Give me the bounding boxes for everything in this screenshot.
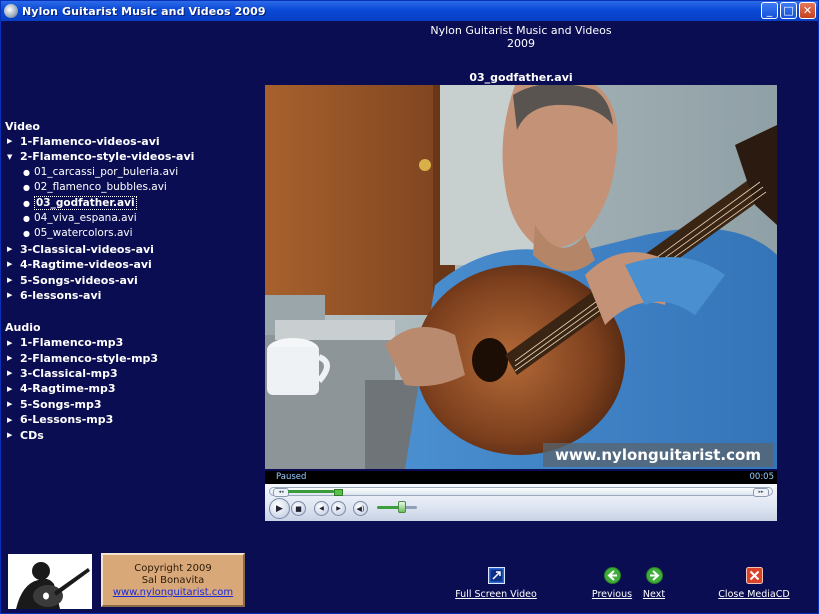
player-controls: ◂◂ ▸▸ ▶ ■ ◀ ▶ ◀) bbox=[265, 484, 777, 521]
next-track-button[interactable]: ▶ bbox=[331, 501, 346, 516]
website-link[interactable]: www.nylonguitarist.com bbox=[103, 587, 243, 599]
tree-folder-video-3[interactable]: ▶ 3-Classical-videos-avi bbox=[5, 242, 194, 257]
bullet-icon: ● bbox=[23, 198, 30, 208]
page-title-line2: 2009 bbox=[507, 37, 535, 50]
guitarist-logo-image bbox=[8, 554, 92, 609]
seek-forward-icon[interactable]: ▸▸ bbox=[753, 488, 769, 497]
skip-forward-icon: ▶ bbox=[336, 505, 341, 512]
tree-folder-video-4[interactable]: ▶ 4-Ragtime-videos-avi bbox=[5, 257, 194, 272]
app-window: Nylon Guitarist Music and Videos 2009 _ … bbox=[0, 0, 819, 614]
expand-arrow-icon: ▶ bbox=[7, 338, 13, 347]
tree-folder-video-5[interactable]: ▶ 5-Songs-videos-avi bbox=[5, 273, 194, 288]
bullet-icon: ● bbox=[23, 183, 30, 193]
window-title: Nylon Guitarist Music and Videos 2009 bbox=[22, 4, 266, 18]
copyright-box: Copyright 2009 Sal Bonavita www.nylongui… bbox=[101, 553, 245, 607]
tree-folder-audio-5[interactable]: ▶ 5-Songs-mp3 bbox=[5, 397, 194, 412]
expand-arrow-icon: ▶ bbox=[7, 430, 13, 439]
player-time: 00:05 bbox=[749, 472, 775, 482]
copyright-line2: Sal Bonavita bbox=[141, 575, 205, 586]
expand-arrow-icon: ▶ bbox=[7, 415, 13, 424]
video-watermark: www.nylonguitarist.com bbox=[543, 443, 773, 467]
volume-thumb[interactable] bbox=[398, 501, 406, 513]
expand-arrow-icon: ▶ bbox=[7, 291, 13, 300]
expand-arrow-icon: ▶ bbox=[7, 275, 13, 284]
play-button[interactable]: ▶ bbox=[269, 498, 290, 519]
tree-folder-audio-6[interactable]: ▶ 6-Lessons-mp3 bbox=[5, 412, 194, 427]
expand-arrow-icon: ▶ bbox=[7, 260, 13, 269]
tree-file[interactable]: ● 01_carcassi_por_buleria.avi bbox=[5, 165, 194, 180]
media-tree: Video ▶ 1-Flamenco-videos-avi ▼ 2-Flamenco… bbox=[5, 119, 194, 443]
stop-icon: ■ bbox=[295, 504, 302, 513]
close-mediacd-button[interactable]: Close MediaCD bbox=[715, 567, 793, 600]
tree-file[interactable]: ● 02_flamenco_bubbles.avi bbox=[5, 180, 194, 195]
video-still-image bbox=[265, 85, 777, 469]
tree-folder-video-6[interactable]: ▶ 6-lessons-avi bbox=[5, 288, 194, 303]
page-title: Nylon Guitarist Music and Videos 2009 bbox=[401, 24, 641, 50]
app-icon bbox=[4, 4, 18, 18]
seek-back-icon[interactable]: ◂◂ bbox=[273, 488, 289, 497]
close-mediacd-label: Close MediaCD bbox=[718, 589, 790, 600]
collapse-arrow-icon: ▼ bbox=[7, 152, 13, 161]
previous-track-button[interactable]: ◀ bbox=[314, 501, 329, 516]
window-controls: _ □ ✕ bbox=[761, 2, 816, 19]
page-title-line1: Nylon Guitarist Music and Videos bbox=[430, 24, 612, 37]
player-status-bar: Paused 00:05 bbox=[265, 471, 777, 484]
tree-folder-cds[interactable]: ▶ CDs bbox=[5, 428, 194, 443]
tree-folder-audio-1[interactable]: ▶ 1-Flamenco-mp3 bbox=[5, 335, 194, 350]
speaker-icon: ◀) bbox=[356, 504, 365, 513]
volume-slider[interactable] bbox=[377, 506, 417, 509]
arrow-left-icon bbox=[603, 567, 621, 584]
tree-folder-audio-4[interactable]: ▶ 4-Ragtime-mp3 bbox=[5, 381, 194, 396]
expand-arrow-icon: ▶ bbox=[7, 245, 13, 254]
tree-folder-audio-2[interactable]: ▶ 2-Flamenco-style-mp3 bbox=[5, 351, 194, 366]
full-screen-label: Full Screen Video bbox=[455, 589, 537, 600]
expand-arrow-icon: ▶ bbox=[7, 400, 13, 409]
close-window-button[interactable]: ✕ bbox=[799, 2, 816, 19]
title-bar[interactable]: Nylon Guitarist Music and Videos 2009 _ … bbox=[1, 1, 818, 21]
bullet-icon: ● bbox=[23, 229, 30, 239]
arrow-right-icon bbox=[645, 567, 663, 584]
tree-file[interactable]: ● 05_watercolors.avi bbox=[5, 226, 194, 241]
next-button[interactable]: Next bbox=[639, 567, 669, 600]
minimize-button[interactable]: _ bbox=[761, 2, 778, 19]
seek-bar[interactable]: ◂◂ ▸▸ bbox=[269, 487, 773, 497]
audio-section-heading: Audio bbox=[5, 321, 41, 335]
copyright-line1: Copyright 2009 bbox=[134, 563, 212, 574]
previous-button[interactable]: Previous bbox=[591, 567, 633, 600]
skip-back-icon: ◀ bbox=[319, 505, 324, 512]
bullet-icon: ● bbox=[23, 167, 30, 177]
stop-button[interactable]: ■ bbox=[291, 501, 306, 516]
bullet-icon: ● bbox=[23, 213, 30, 223]
next-label: Next bbox=[642, 589, 666, 600]
expand-arrow-icon: ▶ bbox=[7, 353, 13, 362]
full-screen-button[interactable]: Full Screen Video bbox=[455, 567, 537, 600]
play-icon: ▶ bbox=[276, 503, 283, 514]
expand-arrow-icon: ▶ bbox=[7, 384, 13, 393]
mute-button[interactable]: ◀) bbox=[353, 501, 368, 516]
maximize-button[interactable]: □ bbox=[780, 2, 797, 19]
video-frame[interactable]: www.nylonguitarist.com bbox=[265, 85, 777, 469]
video-section-heading: Video bbox=[5, 120, 40, 133]
current-file-title: 03_godfather.avi bbox=[469, 71, 573, 84]
tree-folder-audio-3[interactable]: ▶ 3-Classical-mp3 bbox=[5, 366, 194, 381]
player-status: Paused bbox=[276, 472, 307, 482]
close-icon bbox=[745, 567, 763, 584]
tree-file-selected[interactable]: ● 03_godfather.avi bbox=[5, 195, 194, 211]
tree-folder-video-1[interactable]: ▶ 1-Flamenco-videos-avi bbox=[5, 134, 194, 149]
fullscreen-icon bbox=[487, 567, 505, 584]
expand-arrow-icon: ▶ bbox=[7, 369, 13, 378]
tree-file[interactable]: ● 04_viva_espana.avi bbox=[5, 211, 194, 226]
seek-thumb[interactable] bbox=[334, 489, 343, 496]
tree-folder-video-2[interactable]: ▼ 2-Flamenco-style-videos-avi bbox=[5, 149, 194, 164]
previous-label: Previous bbox=[591, 589, 633, 600]
seek-progress bbox=[288, 490, 334, 493]
expand-arrow-icon: ▶ bbox=[7, 137, 13, 146]
